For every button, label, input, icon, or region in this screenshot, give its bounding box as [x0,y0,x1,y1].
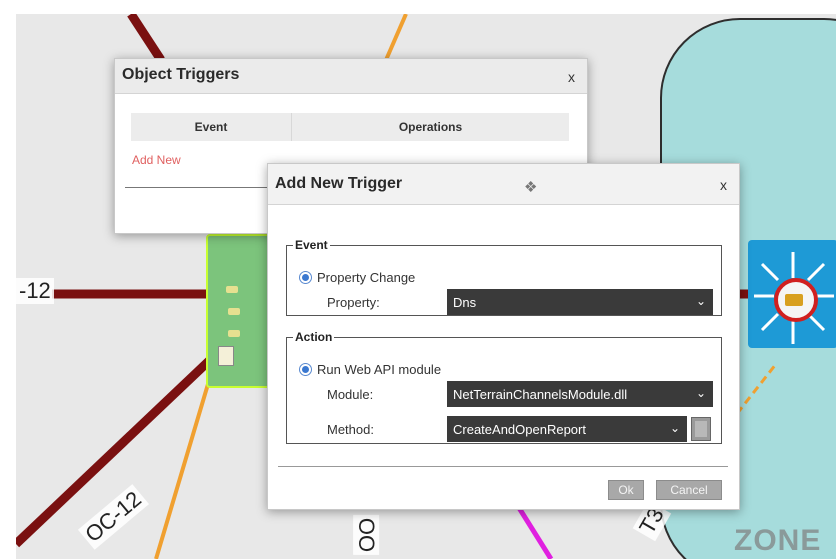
chevron-down-icon: ⌄ [669,421,680,435]
zone-label: ZONE [734,524,822,557]
lock-body [785,294,803,306]
column-header-event[interactable]: Event [131,113,292,141]
switch-device[interactable] [748,240,836,348]
event-group: Event Property Change Property: Dns ⌄ [286,238,722,316]
triggers-table-header: Event Operations [131,113,569,141]
add-new-trigger-close-button[interactable]: x [720,177,727,193]
device-port [228,308,240,315]
method-select[interactable]: CreateAndOpenReport ⌄ [447,416,687,442]
divider [125,187,275,188]
module-select[interactable]: NetTerrainChannelsModule.dll ⌄ [447,381,713,407]
link-orange-top [384,14,408,61]
method-select-value: CreateAndOpenReport [453,421,586,437]
add-new-link[interactable]: Add New [132,153,181,167]
property-select-value: Dns [453,294,477,310]
module-select-value: NetTerrainChannelsModule.dll [453,386,628,402]
cancel-button[interactable]: Cancel [656,480,722,500]
device-port [228,330,240,337]
link-dark-red-top [127,14,165,63]
property-change-radio[interactable] [299,271,312,284]
run-web-api-radio[interactable] [299,363,312,376]
column-header-operations[interactable]: Operations [292,113,569,141]
object-triggers-header[interactable]: Object Triggers x [115,59,587,94]
device-port [226,286,238,293]
action-legend: Action [295,330,333,344]
ok-button[interactable]: Ok [608,480,644,500]
method-label: Method: [327,422,374,437]
property-select[interactable]: Dns ⌄ [447,289,713,315]
run-web-api-label: Run Web API module [317,362,442,377]
method-browse-button[interactable] [691,417,711,441]
add-new-trigger-title: Add New Trigger [275,175,403,192]
object-triggers-title: Object Triggers [122,66,240,83]
link-label-left: -12 [16,278,54,304]
add-new-trigger-header[interactable]: Add New Trigger ❖ x [268,164,739,205]
document-icon[interactable] [218,346,234,366]
object-triggers-close-button[interactable]: x [568,69,575,85]
footer-divider [278,466,728,467]
chevron-down-icon: ⌄ [695,386,706,400]
link-label-mid: OO [353,514,380,556]
add-new-trigger-dialog: Add New Trigger ❖ x Event Property Chang… [267,163,740,510]
move-icon[interactable]: ❖ [524,178,537,196]
chevron-down-icon: ⌄ [695,294,706,308]
property-label: Property: [327,295,380,310]
property-change-option[interactable]: Property Change [299,270,415,285]
event-legend: Event [295,238,328,252]
topology-canvas[interactable]: -12 OC-12 OO T3 ZONE Object Triggers x E… [16,14,836,559]
property-change-label: Property Change [317,270,416,285]
run-web-api-option[interactable]: Run Web API module [299,362,441,377]
module-label: Module: [327,387,374,402]
action-group: Action Run Web API module Module: NetTer… [286,330,722,444]
